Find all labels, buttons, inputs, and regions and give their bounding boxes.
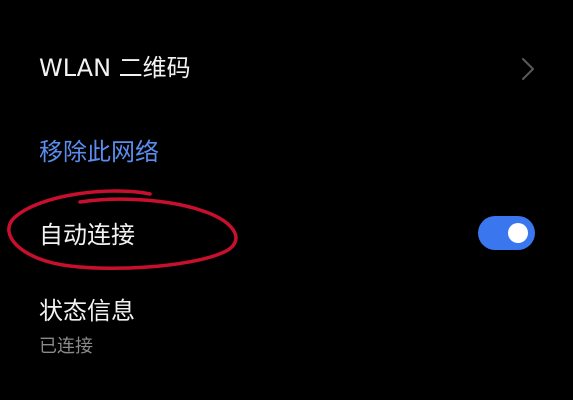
wifi-detail-screen: WLAN 二维码 移除此网络 自动连接 状态信息 已连接 xyxy=(0,0,573,400)
auto-connect-toggle[interactable] xyxy=(478,216,535,250)
auto-connect-label: 自动连接 xyxy=(39,221,135,249)
remove-network-row[interactable]: 移除此网络 xyxy=(0,128,573,178)
toggle-knob xyxy=(508,223,528,243)
status-info-label: 状态信息 xyxy=(39,297,135,325)
wlan-qr-label: WLAN 二维码 xyxy=(39,54,191,82)
status-info-row[interactable]: 状态信息 已连接 xyxy=(0,290,573,370)
auto-connect-row: 自动连接 xyxy=(0,206,573,264)
remove-network-link[interactable]: 移除此网络 xyxy=(39,137,159,167)
status-info-value: 已连接 xyxy=(39,336,93,357)
wlan-qr-row[interactable]: WLAN 二维码 xyxy=(0,40,573,100)
chevron-right-icon xyxy=(522,58,534,80)
